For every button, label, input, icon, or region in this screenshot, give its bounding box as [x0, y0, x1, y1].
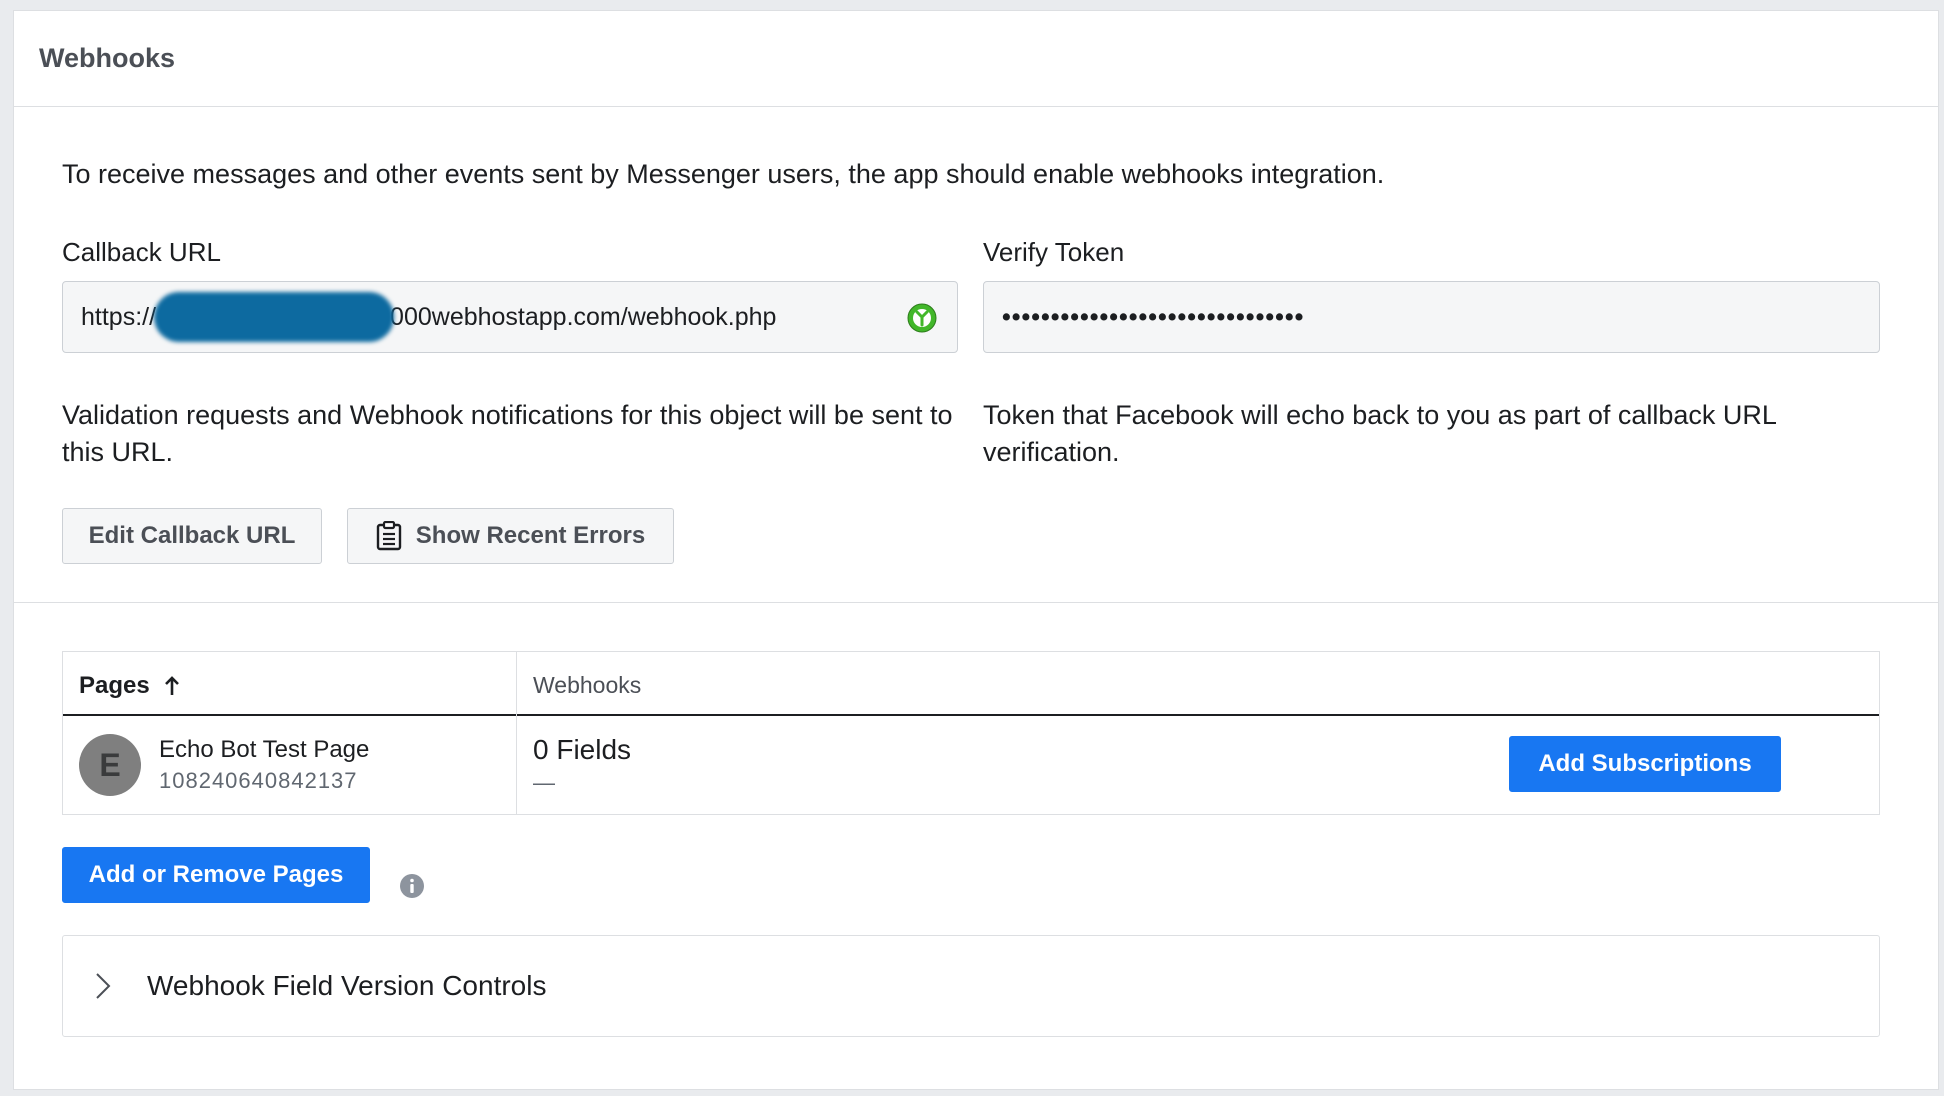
clipboard-icon: [376, 521, 401, 551]
edit-callback-url-button[interactable]: Edit Callback URL: [62, 508, 322, 564]
verify-token-field[interactable]: •••••••••••••••••••••••••••••••: [983, 281, 1880, 353]
panel-title: Webhooks: [39, 43, 176, 73]
add-remove-pages-button[interactable]: Add or Remove Pages: [62, 847, 370, 903]
webhook-field-version-controls[interactable]: Webhook Field Version Controls: [62, 935, 1880, 1037]
sort-ascending-icon: [164, 676, 179, 695]
chevron-right-icon: [96, 973, 111, 999]
page-id: 108240640842137: [159, 768, 358, 793]
column-divider: [516, 652, 517, 814]
webhooks-panel: Webhooks To receive messages and other e…: [13, 10, 1939, 1090]
pages-table: Pages Webhooks E Echo Bot Test Page 1082…: [62, 651, 1880, 815]
page-avatar: E: [79, 734, 141, 796]
subscribed-fields-count: 0 Fields: [533, 734, 632, 765]
verify-token-help: Token that Facebook will echo back to yo…: [983, 400, 1776, 467]
add-subscriptions-button[interactable]: Add Subscriptions: [1509, 736, 1781, 792]
column-header-pages[interactable]: Pages: [79, 672, 180, 700]
verify-token-value: •••••••••••••••••••••••••••••••: [1002, 302, 1305, 331]
redacted-block: [154, 292, 395, 342]
intro-text: To receive messages and other events sen…: [62, 159, 1385, 189]
verify-token-label: Verify Token: [983, 237, 1125, 267]
verified-check-icon: [907, 303, 937, 333]
accordion-label: Webhook Field Version Controls: [147, 970, 547, 1001]
callback-url-field[interactable]: https:// 000webhostapp.com/webhook.php: [62, 281, 958, 353]
info-icon[interactable]: [399, 873, 425, 899]
panel-header: Webhooks: [14, 11, 1938, 107]
page-name: Echo Bot Test Page: [159, 736, 370, 763]
subscribed-fields-detail: —: [533, 770, 555, 795]
column-header-webhooks: Webhooks: [533, 672, 642, 698]
show-recent-errors-button[interactable]: Show Recent Errors: [347, 508, 674, 564]
table-header: Pages Webhooks: [63, 652, 1879, 716]
callback-url-value: https:// 000webhostapp.com/webhook.php: [81, 292, 776, 342]
callback-url-help: Validation requests and Webhook notifica…: [62, 400, 953, 467]
callback-url-label: Callback URL: [62, 237, 221, 267]
callback-section: To receive messages and other events sen…: [14, 107, 1938, 603]
